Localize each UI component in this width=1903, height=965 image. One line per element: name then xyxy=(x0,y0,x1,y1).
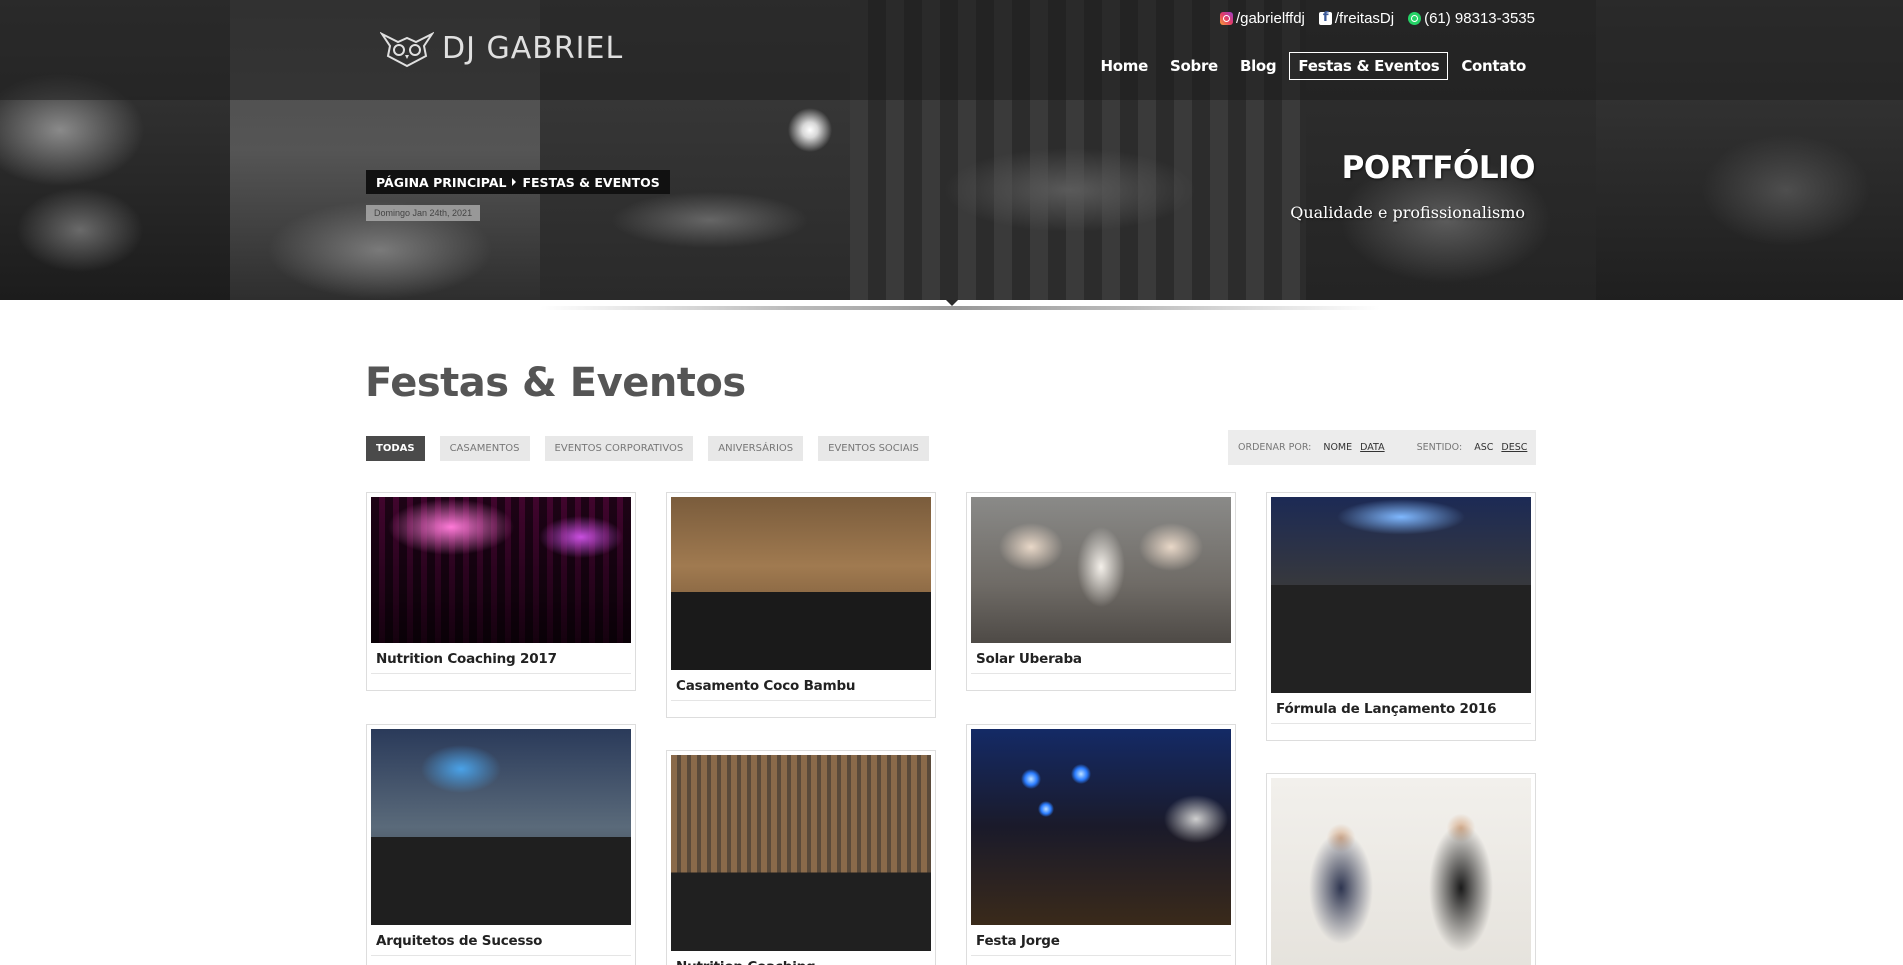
sort-desc[interactable]: DESC xyxy=(1501,442,1527,453)
main-nav: Home Sobre Blog Festas & Eventos Contato xyxy=(1092,52,1535,80)
portfolio-image[interactable] xyxy=(1271,778,1531,965)
instagram-link[interactable]: /gabrielffdj xyxy=(1219,10,1305,27)
portfolio-image[interactable] xyxy=(971,729,1231,925)
portfolio-title[interactable]: Casamento Coco Bambu xyxy=(671,670,931,701)
portfolio-card[interactable]: Arquitetos de Sucesso xyxy=(366,724,636,965)
whatsapp-icon xyxy=(1408,12,1422,25)
nav-home[interactable]: Home xyxy=(1092,52,1157,80)
site-logo[interactable]: DJ GABRIEL xyxy=(380,26,623,70)
portfolio-card[interactable]: Solar Uberaba xyxy=(966,492,1236,691)
header-bar xyxy=(0,0,1903,100)
breadcrumb-current: FESTAS & EVENTOS xyxy=(522,174,660,190)
social-links: /gabrielffdj /freitasDj (61) 98313-3535 xyxy=(1219,10,1535,27)
portfolio-image[interactable] xyxy=(671,497,931,670)
sort-order-label: ORDENAR POR: xyxy=(1238,442,1312,453)
hero-title: PORTFÓLIO xyxy=(1341,150,1536,186)
logo-text: DJ GABRIEL xyxy=(442,30,624,66)
portfolio-card[interactable] xyxy=(1266,773,1536,965)
portfolio-title[interactable]: Arquitetos de Sucesso xyxy=(371,925,631,956)
portfolio-card[interactable]: Casamento Coco Bambu xyxy=(666,492,936,718)
facebook-link[interactable]: /freitasDj xyxy=(1318,10,1395,27)
portfolio-image[interactable] xyxy=(371,729,631,925)
portfolio-card[interactable]: Fórmula de Lançamento 2016 xyxy=(1266,492,1536,741)
portfolio-card[interactable]: Nutrition Coaching 2017 xyxy=(366,492,636,691)
filter-eventos-sociais[interactable]: EVENTOS SOCIAIS xyxy=(818,436,929,461)
nav-blog[interactable]: Blog xyxy=(1231,52,1285,80)
date-badge: Domingo Jan 24th, 2021 xyxy=(366,205,481,221)
breadcrumb: PÁGINA PRINCIPAL FESTAS & EVENTOS xyxy=(366,170,670,194)
portfolio-card[interactable]: Festa Jorge xyxy=(966,724,1236,965)
hero-divider xyxy=(540,306,1380,310)
facebook-handle: /freitasDj xyxy=(1334,10,1395,27)
nav-festas-eventos[interactable]: Festas & Eventos xyxy=(1289,52,1449,80)
nav-sobre[interactable]: Sobre xyxy=(1161,52,1227,80)
portfolio-image[interactable] xyxy=(971,497,1231,643)
portfolio-card[interactable]: Nutrition Coaching xyxy=(666,750,936,965)
filter-eventos-corporativos[interactable]: EVENTOS CORPORATIVOS xyxy=(544,436,694,461)
nav-contato[interactable]: Contato xyxy=(1452,52,1535,80)
portfolio-image[interactable] xyxy=(371,497,631,643)
portfolio-grid: Nutrition Coaching 2017 Arquitetos de Su… xyxy=(366,492,1536,965)
owl-logo-icon xyxy=(380,31,434,68)
category-filters: TODAS CASAMENTOS EVENTOS CORPORATIVOS AN… xyxy=(366,436,929,461)
facebook-icon xyxy=(1318,10,1332,25)
sort-controls: ORDENAR POR: NOME DATA SENTIDO: ASC DESC xyxy=(1228,430,1536,465)
breadcrumb-home[interactable]: PÁGINA PRINCIPAL xyxy=(376,175,506,190)
whatsapp-link[interactable]: (61) 98313-3535 xyxy=(1408,10,1535,27)
filter-aniversarios[interactable]: ANIVERSÁRIOS xyxy=(708,436,804,461)
filter-casamentos[interactable]: CASAMENTOS xyxy=(439,436,530,461)
whatsapp-number: (61) 98313-3535 xyxy=(1424,10,1535,27)
portfolio-title[interactable]: Fórmula de Lançamento 2016 xyxy=(1271,693,1531,724)
portfolio-title[interactable]: Nutrition Coaching 2017 xyxy=(371,643,631,674)
page-title: Festas & Eventos xyxy=(365,360,746,406)
sort-by-date[interactable]: DATA xyxy=(1360,442,1384,453)
portfolio-image[interactable] xyxy=(671,755,931,951)
hero-banner: DJ GABRIEL /gabrielffdj /freitasDj (61) … xyxy=(0,0,1903,300)
sort-direction-label: SENTIDO: xyxy=(1416,442,1463,453)
portfolio-image[interactable] xyxy=(1271,497,1531,693)
hero-subtitle: Qualidade e profissionalismo xyxy=(1290,203,1525,222)
portfolio-title[interactable]: Festa Jorge xyxy=(971,925,1231,956)
instagram-icon xyxy=(1219,12,1233,25)
breadcrumb-arrow-icon xyxy=(512,178,517,186)
portfolio-title[interactable]: Nutrition Coaching xyxy=(671,951,931,965)
instagram-handle: /gabrielffdj xyxy=(1235,10,1305,27)
portfolio-title[interactable]: Solar Uberaba xyxy=(971,643,1231,674)
sort-by-name[interactable]: NOME xyxy=(1323,442,1352,453)
filter-todas[interactable]: TODAS xyxy=(366,436,425,461)
sort-asc[interactable]: ASC xyxy=(1474,442,1493,453)
